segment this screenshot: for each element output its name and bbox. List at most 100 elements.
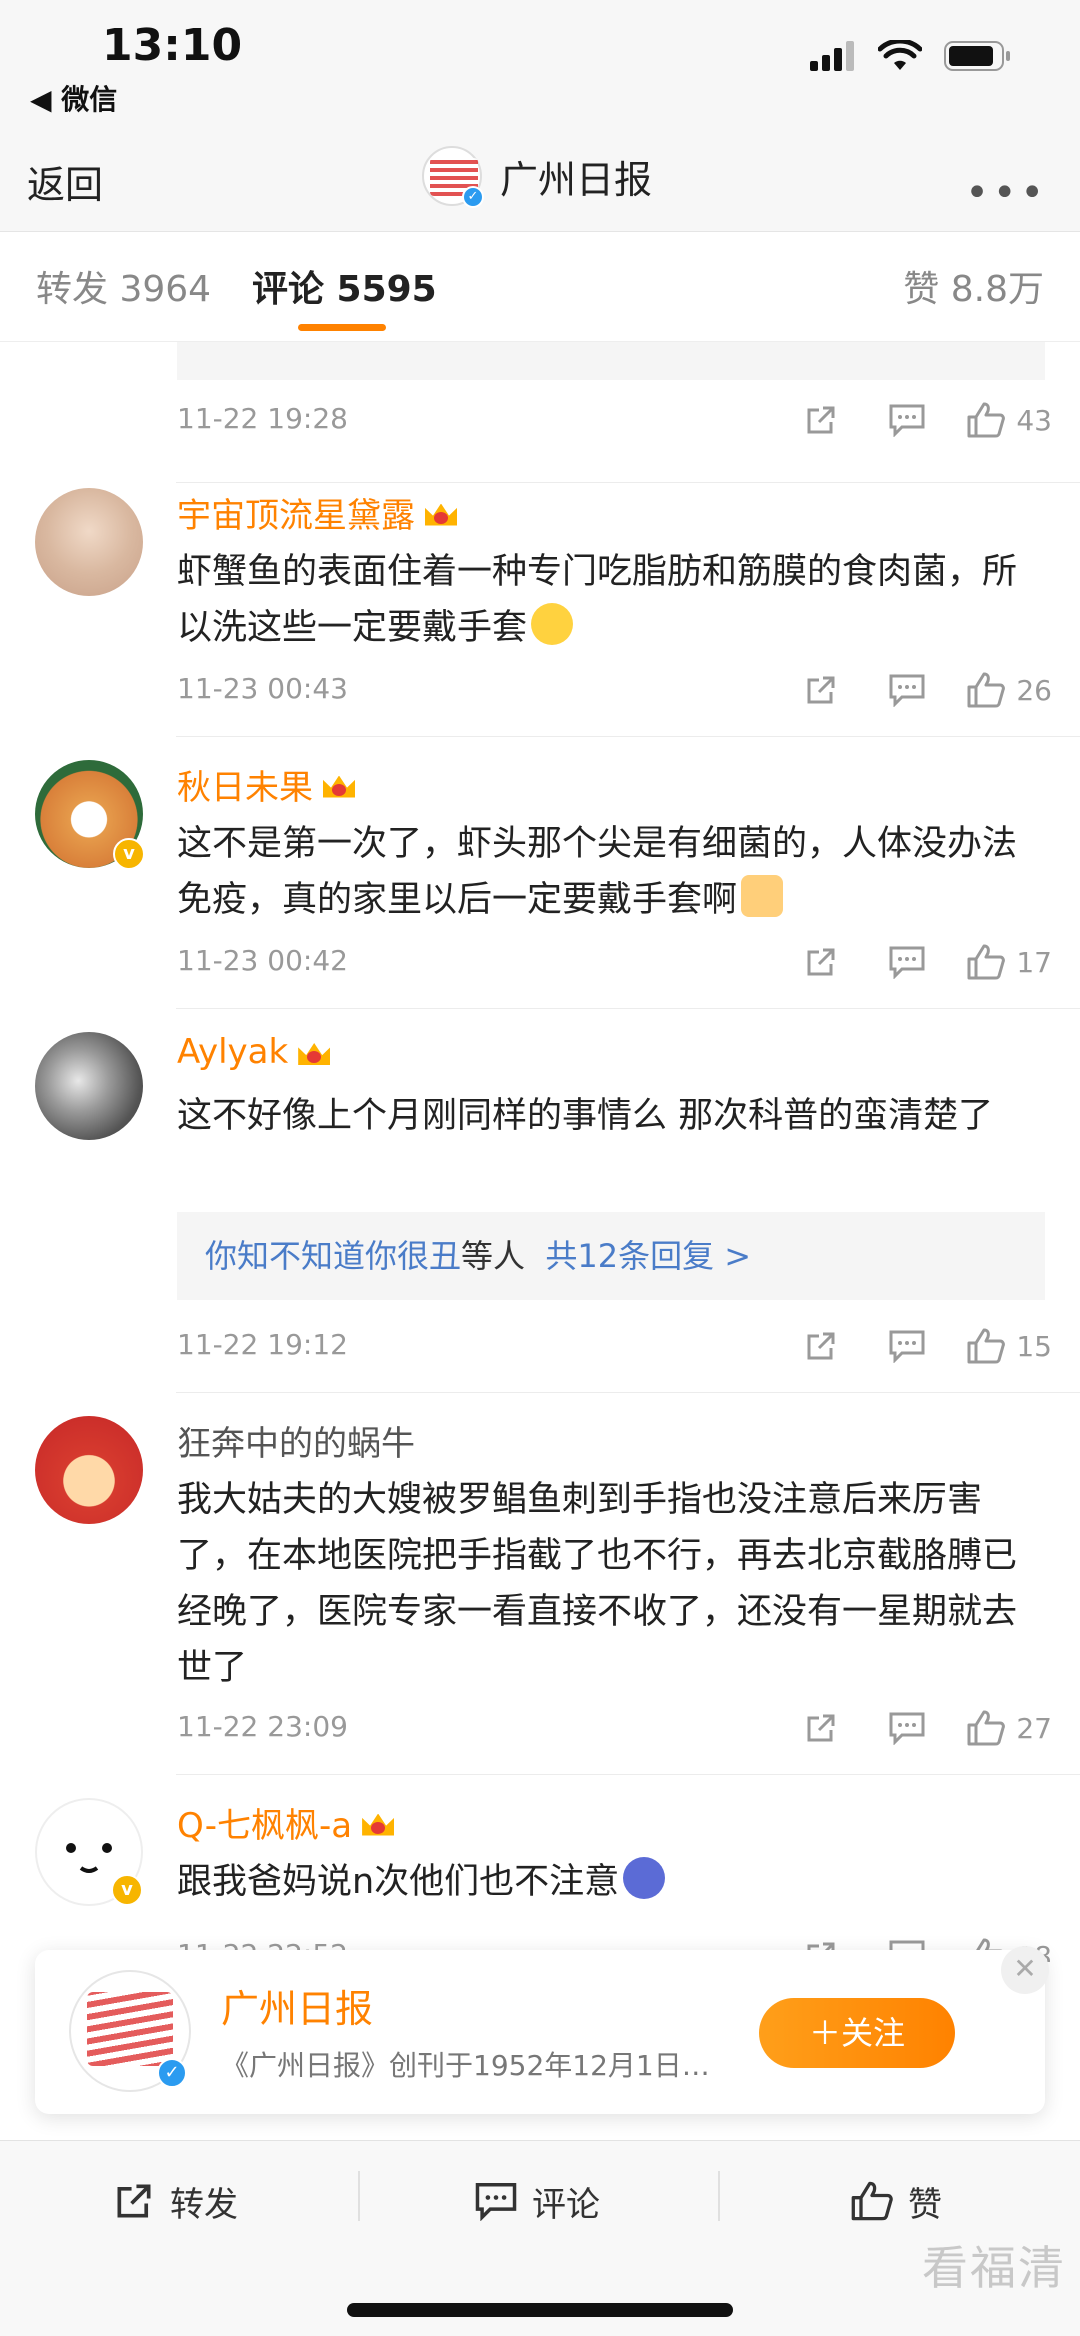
view-replies-link[interactable]: 共12条回复 >	[545, 1237, 751, 1275]
verified-badge-icon: v	[111, 1874, 143, 1906]
like-count: 43	[1016, 403, 1052, 437]
share-icon[interactable]	[778, 398, 864, 442]
vip-crown-icon	[321, 770, 357, 800]
comment-button[interactable]: 评论	[474, 2171, 600, 2231]
comment-icon[interactable]	[864, 668, 950, 712]
comment-icon[interactable]	[864, 1324, 950, 1368]
nav-title-group[interactable]: ✓ 广州日报	[422, 146, 653, 208]
tab-likes[interactable]: 赞 8.8万	[903, 260, 1044, 312]
comment-text: 跟我爸妈说n次他们也不注意	[177, 1854, 1037, 1910]
thumb-up-icon	[967, 402, 1006, 438]
like-count: 27	[1016, 1711, 1052, 1745]
vip-crown-icon	[423, 498, 459, 528]
comment-date: 11-23 00:42	[177, 944, 348, 977]
vip-crown-icon	[360, 1808, 396, 1838]
like-label: 赞	[908, 2184, 942, 2225]
user-avatar[interactable]	[35, 1032, 143, 1140]
comment-username[interactable]: 宇宙顶流星黛露	[177, 488, 459, 537]
newspaper-logo-avatar[interactable]: ✓	[422, 146, 484, 208]
like-count: 17	[1016, 945, 1052, 979]
like-button[interactable]: 17	[966, 943, 1052, 981]
verified-badge-icon: v	[113, 838, 145, 870]
like-count: 26	[1016, 673, 1052, 707]
follow-card-name[interactable]: 广州日报	[221, 1978, 373, 2033]
more-icon[interactable]: •••	[965, 170, 1048, 216]
comment-text: 这不是第一次了，虾头那个尖是有细菌的，人体没办法免疫，真的家里以后一定要戴手套啊	[177, 824, 1018, 920]
back-to-wechat[interactable]: ◀ 微信	[30, 78, 117, 118]
divider	[176, 1774, 1080, 1775]
comment-username[interactable]: 狂奔中的的蜗牛	[177, 1416, 415, 1465]
vip-crown-icon	[296, 1037, 332, 1067]
thumb-up-icon	[967, 944, 1006, 980]
comment-date: 11-22 19:28	[177, 402, 348, 435]
like-button[interactable]: 26	[966, 671, 1052, 709]
comment-date: 11-22 19:12	[177, 1328, 348, 1361]
follow-button[interactable]: ＋关注	[759, 1998, 955, 2068]
comment-meta: 11-22 19:12 15	[177, 1324, 1052, 1368]
reply-user-link[interactable]: 你知不知道你很丑	[205, 1237, 461, 1275]
follow-card-description: 《广州日报》创刊于1952年12月1日…	[221, 2049, 710, 2082]
comment-username[interactable]: 秋日未果	[177, 760, 357, 809]
comment-feed[interactable]: 11-22 19:28 43 宇宙顶流星黛露 虾蟹鱼的表面住着一种专门吃脂肪和筋…	[0, 342, 1080, 1962]
comment-label: 评论	[532, 2184, 600, 2225]
comment-icon	[475, 2183, 517, 2221]
verified-badge-icon: ✓	[462, 186, 484, 208]
signal-icon	[810, 41, 854, 71]
wifi-icon	[878, 40, 922, 70]
comment-username[interactable]: Q-七枫枫-a	[177, 1798, 396, 1847]
nav-title: 广州日报	[500, 157, 653, 202]
comment-date: 11-22 23:09	[177, 1710, 348, 1743]
comment-username[interactable]: Aylyak	[177, 1032, 332, 1072]
divider	[176, 1392, 1080, 1393]
divider	[176, 482, 1080, 483]
comment-icon[interactable]	[864, 1706, 950, 1750]
watermark: 看福清	[922, 2241, 1066, 2295]
status-time: 13:10	[102, 20, 243, 71]
share-icon[interactable]	[778, 940, 864, 984]
status-bar: 13:10 ◀ 微信	[0, 0, 1080, 140]
follow-suggestion-card[interactable]: ✓ 广州日报 《广州日报》创刊于1952年12月1日… ＋关注 ✕	[35, 1946, 1049, 2114]
comment-icon[interactable]	[864, 398, 950, 442]
verified-badge-icon: ✓	[157, 2058, 187, 2088]
comment-meta: 11-22 23:09 27	[177, 1706, 1052, 1750]
like-button[interactable]: 27	[966, 1709, 1052, 1747]
thumb-up-icon	[967, 1710, 1006, 1746]
comment-text: 虾蟹鱼的表面住着一种专门吃脂肪和筋膜的食肉菌，所以洗这些一定要戴手套	[177, 552, 1018, 648]
share-icon[interactable]	[778, 1706, 864, 1750]
share-icon[interactable]	[778, 1324, 864, 1368]
home-indicator[interactable]	[347, 2303, 733, 2317]
close-icon[interactable]: ✕	[1001, 1946, 1049, 1994]
share-icon[interactable]	[778, 668, 864, 712]
crying-emoji-icon	[531, 603, 574, 645]
like-button[interactable]: 15	[966, 1327, 1052, 1365]
nav-bar: 返回 ✓ 广州日报 •••	[0, 140, 1080, 232]
clipped-reply-box	[177, 342, 1045, 380]
laughing-emoji-icon	[623, 1857, 666, 1899]
comment-icon[interactable]	[864, 940, 950, 984]
user-avatar[interactable]	[35, 488, 143, 596]
newspaper-logo-icon	[87, 1992, 173, 2066]
comment-meta: 11-22 19:28 43	[177, 398, 1052, 442]
comment-meta: 11-23 00:43 26	[177, 668, 1052, 712]
tab-comments[interactable]: 评论 5595	[252, 260, 437, 312]
thumb-up-icon	[967, 1328, 1006, 1364]
user-avatar[interactable]: v	[35, 760, 145, 870]
battery-icon	[944, 41, 1010, 71]
like-count: 15	[1016, 1329, 1052, 1363]
repost-label: 转发	[170, 2184, 238, 2225]
reply-preview[interactable]: 你知不知道你很丑等人 共12条回复 >	[177, 1212, 1045, 1300]
repost-button[interactable]: 转发	[112, 2171, 238, 2231]
tab-repost[interactable]: 转发 3964	[36, 260, 211, 312]
like-post-button[interactable]: 赞	[850, 2171, 942, 2231]
divider	[718, 2171, 720, 2221]
active-tab-indicator	[298, 324, 386, 331]
divider	[176, 1008, 1080, 1009]
user-avatar[interactable]	[35, 1416, 143, 1524]
newspaper-avatar[interactable]: ✓	[69, 1970, 191, 2092]
divider	[176, 736, 1080, 737]
thumb-up-icon	[967, 672, 1006, 708]
share-icon	[117, 2184, 151, 2218]
user-avatar[interactable]: v	[35, 1798, 143, 1906]
like-button[interactable]: 43	[966, 401, 1052, 439]
back-button[interactable]: 返回	[27, 154, 103, 209]
